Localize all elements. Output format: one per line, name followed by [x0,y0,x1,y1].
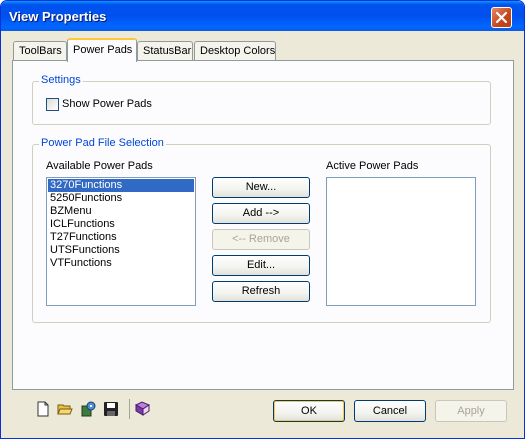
tab-desktop-colors[interactable]: Desktop Colors [194,41,276,61]
book-icon[interactable] [134,401,150,417]
selection-legend: Power Pad File Selection [39,137,166,149]
show-power-pads-label[interactable]: Show Power Pads [62,98,152,110]
toolbar-separator [129,399,130,419]
available-power-pads-label: Available Power Pads [46,160,153,172]
new-button[interactable]: New... [212,177,310,198]
list-item[interactable]: 5250Functions [48,192,194,205]
close-button[interactable] [491,7,512,28]
ok-button[interactable]: OK [273,400,345,422]
edit-button[interactable]: Edit... [212,255,310,276]
list-item[interactable]: ICLFunctions [48,218,194,231]
open-folder-icon[interactable] [57,401,73,417]
new-file-icon[interactable] [35,401,51,417]
view-properties-window: View Properties ToolBars Power Pads Stat… [0,0,525,439]
settings-legend: Settings [39,74,83,86]
title-bar[interactable]: View Properties [1,1,524,31]
add-button[interactable]: Add --> [212,203,310,224]
list-item[interactable]: BZMenu [48,205,194,218]
show-power-pads-checkbox[interactable] [46,98,59,111]
tab-toolbars[interactable]: ToolBars [13,41,67,61]
refresh-button[interactable]: Refresh [212,281,310,302]
remove-button[interactable]: <-- Remove [212,229,310,250]
list-item[interactable]: T27Functions [48,231,194,244]
settings-icon[interactable] [80,401,96,417]
power-pads-panel: Settings Show Power Pads Power Pad File … [12,60,514,390]
active-power-pads-label: Active Power Pads [326,160,419,172]
tab-statusbar[interactable]: StatusBar [137,41,193,61]
settings-group: Settings Show Power Pads [32,74,491,125]
tab-power-pads[interactable]: Power Pads [67,38,137,62]
active-power-pads-list[interactable] [326,177,476,306]
available-power-pads-list[interactable]: 3270Functions 5250Functions BZMenu ICLFu… [46,177,196,306]
list-item[interactable]: UTSFunctions [48,244,194,257]
apply-button[interactable]: Apply [435,400,507,422]
power-pad-selection-group: Power Pad File Selection Available Power… [32,137,491,323]
cancel-button[interactable]: Cancel [354,400,426,422]
save-icon[interactable] [103,401,119,417]
window-title: View Properties [9,9,107,24]
close-icon [495,11,508,24]
list-item[interactable]: VTFunctions [48,257,194,270]
list-item[interactable]: 3270Functions [48,179,194,192]
